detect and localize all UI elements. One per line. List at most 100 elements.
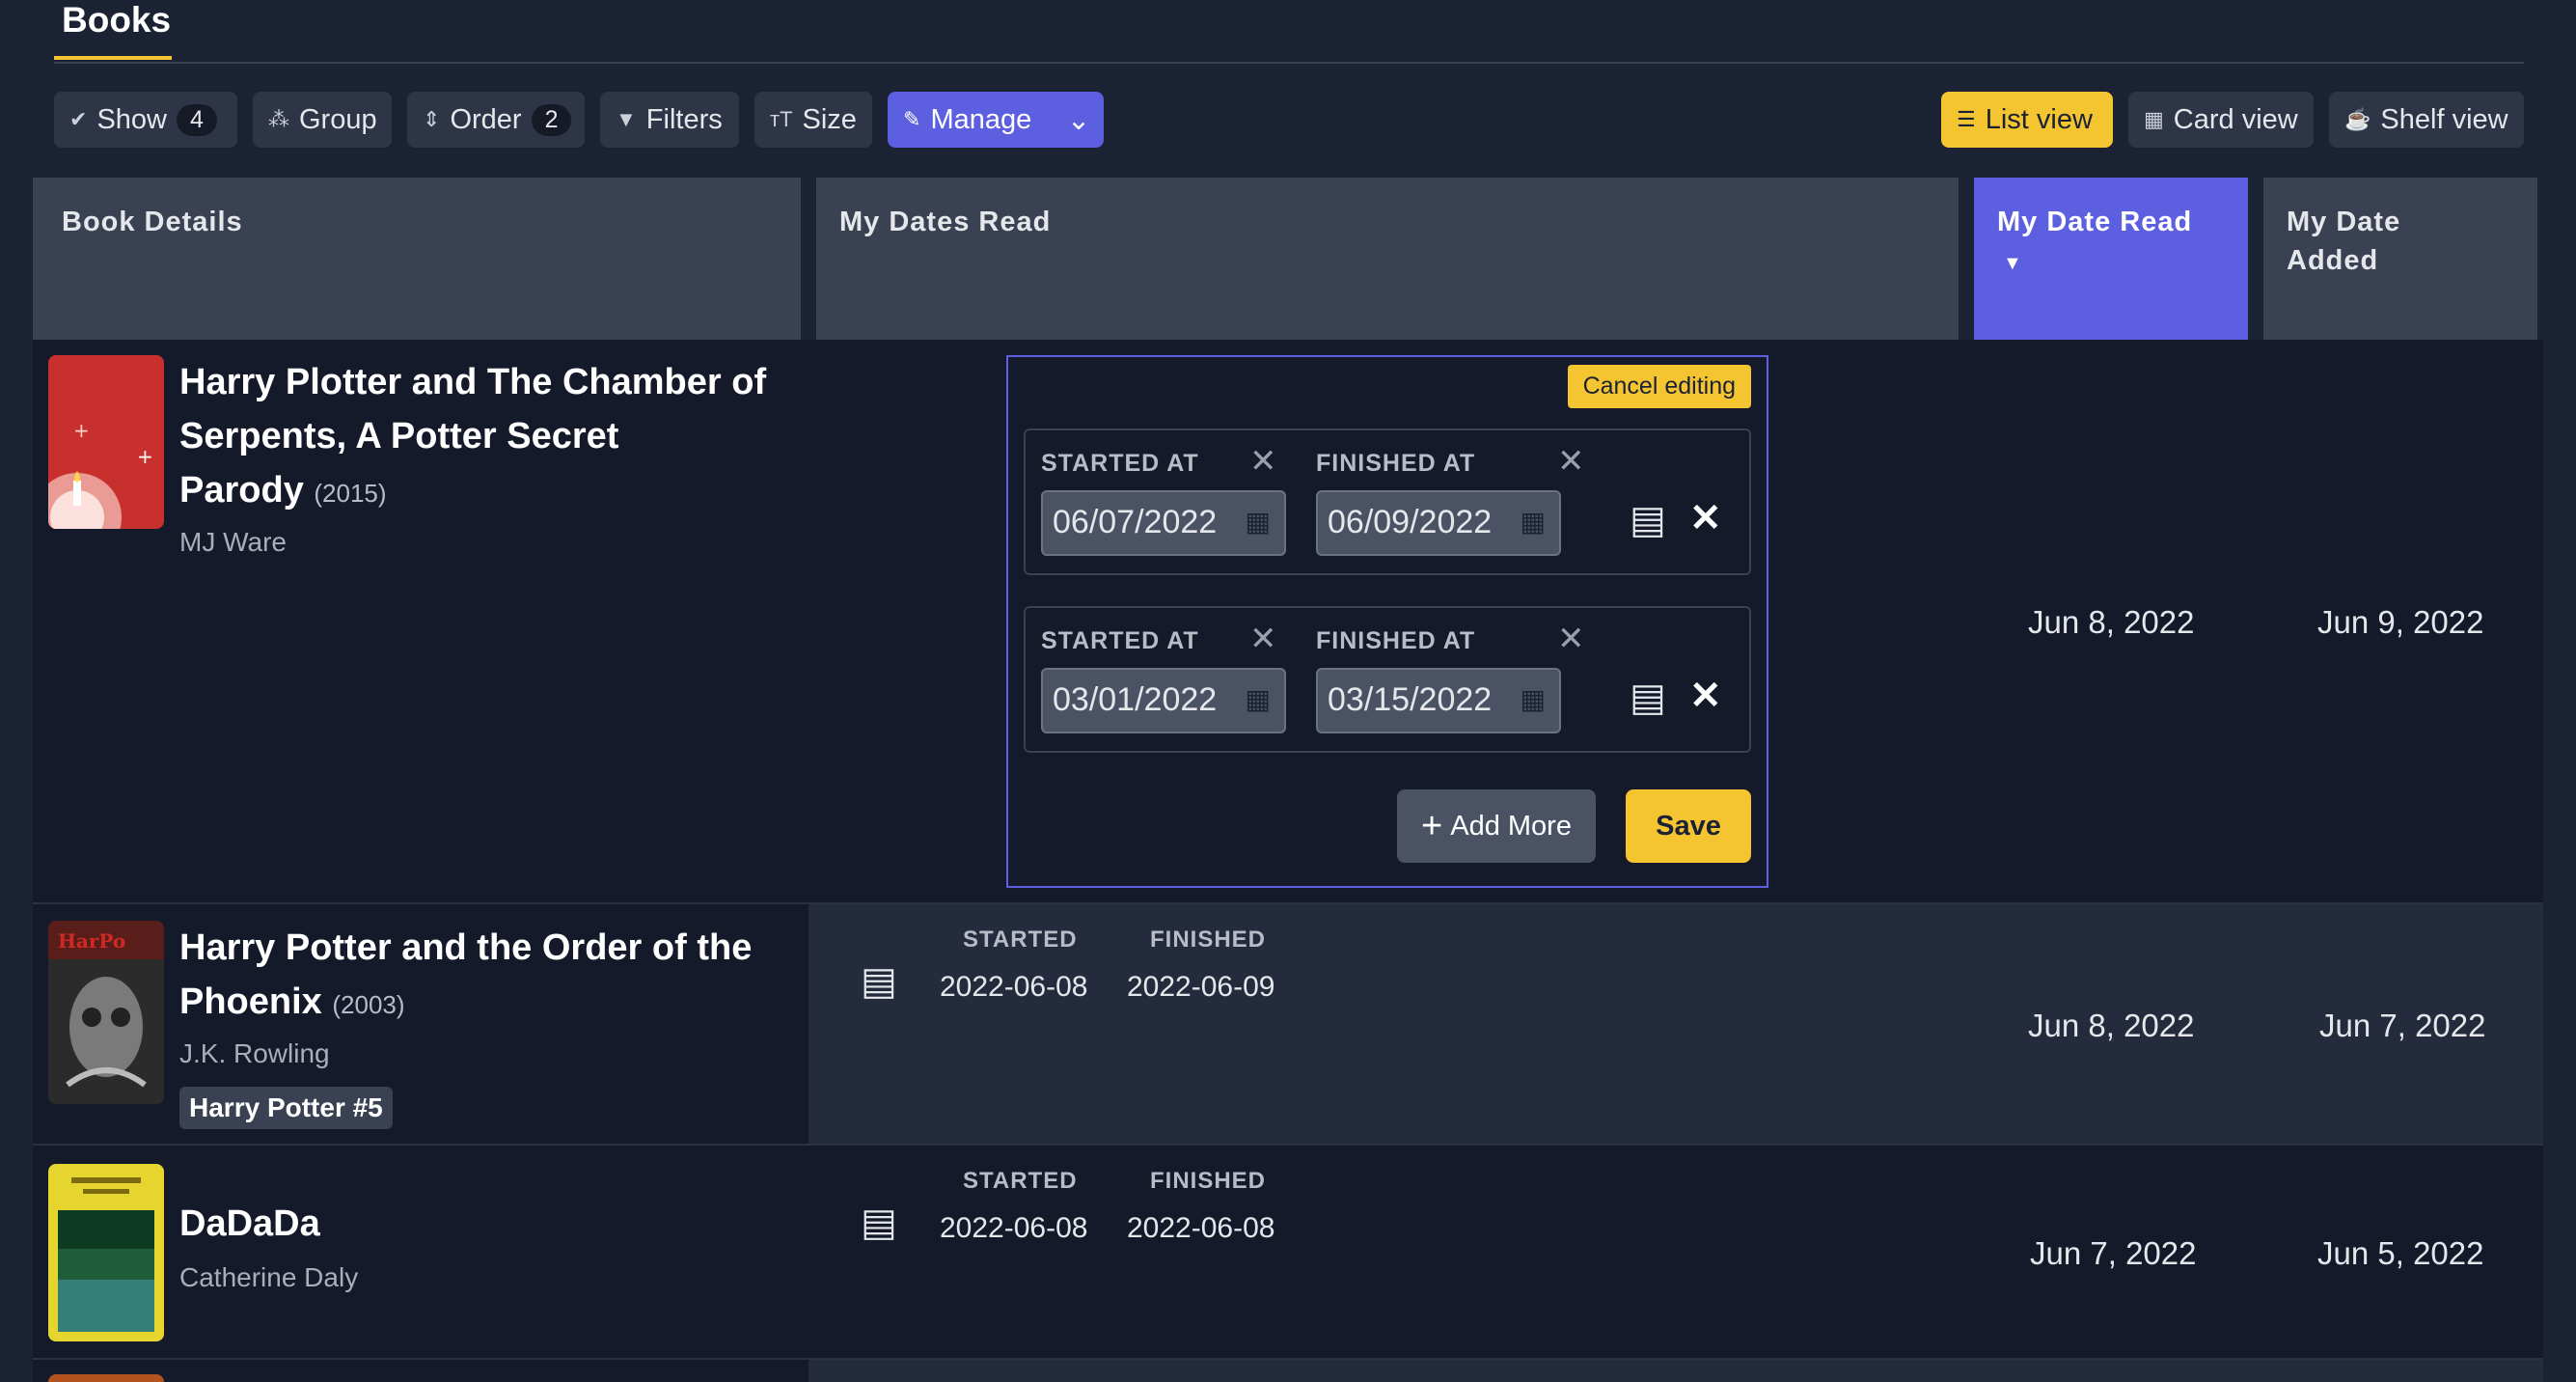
clear-finished-icon[interactable]: ✕ <box>1557 442 1585 481</box>
book-title-line: Phoenix <box>179 981 322 1022</box>
finished-at-input[interactable]: 03/15/2022 ▦ <box>1316 668 1561 733</box>
book-cover[interactable] <box>48 1374 164 1382</box>
book-year: (2003) <box>332 990 405 1019</box>
svg-text:+: + <box>137 445 153 468</box>
book-author[interactable]: J.K. Rowling <box>179 1038 330 1069</box>
started-label: STARTED <box>963 1168 1078 1194</box>
column-header-book-details[interactable]: Book Details <box>33 178 801 340</box>
filters-button[interactable]: ▼ Filters <box>600 92 739 148</box>
card-view-button[interactable]: ▦ Card view <box>2128 92 2314 148</box>
order-label: Order <box>450 103 522 135</box>
book-cover[interactable]: HarPo <box>48 921 164 1104</box>
column-header-label-line1: My Date <box>2287 207 2401 237</box>
finished-label: FINISHED <box>1150 926 1267 953</box>
edit-icon: ✎ <box>903 107 921 131</box>
filters-label: Filters <box>645 103 723 135</box>
tab-books-label: Books <box>62 0 172 40</box>
started-at-value: 06/07/2022 <box>1053 504 1218 540</box>
started-at-value: 03/01/2022 <box>1053 681 1218 718</box>
started-label: STARTED <box>963 926 1078 953</box>
order-button[interactable]: ⇕ Order 2 <box>407 92 585 148</box>
svg-text:+: + <box>73 419 90 442</box>
finished-at-input[interactable]: 06/09/2022 ▦ <box>1316 490 1561 556</box>
size-label: Size <box>802 103 857 135</box>
started-value: 2022-06-08 <box>940 1212 1088 1244</box>
date-range-entry: STARTED AT ✕ 06/07/2022 ▦ FINISHED AT ✕ … <box>1024 428 1751 575</box>
card-view-label: Card view <box>2173 103 2298 135</box>
book-title[interactable]: DaDaDa <box>179 1197 320 1251</box>
started-at-label: STARTED AT <box>1041 450 1199 477</box>
table-row <box>33 1359 2543 1382</box>
started-at-input[interactable]: 06/07/2022 ▦ <box>1041 490 1286 556</box>
shelf-icon: ☕ <box>2344 107 2371 131</box>
check-icon: ✔ <box>69 107 88 131</box>
started-at-label: STARTED AT <box>1041 627 1199 654</box>
sort-icon: ⇕ <box>423 107 441 131</box>
show-count-badge: 4 <box>176 103 217 136</box>
row-divider <box>33 902 2543 904</box>
book-title-line: Harry Potter and the Order of the <box>179 927 753 968</box>
row-divider <box>33 1358 2543 1360</box>
finished-at-label: FINISHED AT <box>1316 450 1476 477</box>
column-header-my-date-added[interactable]: My Date Added <box>2263 178 2537 340</box>
group-label: Group <box>299 103 377 135</box>
series-badge[interactable]: Harry Potter #5 <box>179 1087 393 1129</box>
book-title[interactable]: Harry Potter and the Order of the Phoeni… <box>179 921 778 1032</box>
calendar-icon[interactable]: ▦ <box>1246 506 1271 538</box>
add-more-button[interactable]: + Add More <box>1397 789 1596 863</box>
svg-text:HarPo: HarPo <box>58 929 125 953</box>
book-cover[interactable] <box>48 1164 164 1341</box>
my-date-read-cell: Jun 8, 2022 <box>2028 1008 2195 1043</box>
grid-icon: ▦ <box>2144 107 2164 131</box>
tab-bar <box>54 0 2524 64</box>
calendar-icon[interactable]: ▦ <box>1521 506 1546 538</box>
filter-icon: ▼ <box>616 107 637 131</box>
add-more-label: Add More <box>1450 810 1572 842</box>
book-author[interactable]: MJ Ware <box>179 527 287 558</box>
shelf-view-button[interactable]: ☕ Shelf view <box>2329 92 2524 148</box>
calendar-icon[interactable]: ▦ <box>1521 683 1546 715</box>
chevron-down-icon: ⌄ <box>1066 104 1091 136</box>
save-button[interactable]: Save <box>1626 789 1751 863</box>
group-button[interactable]: ⁂ Group <box>253 92 392 148</box>
clear-started-icon[interactable]: ✕ <box>1249 442 1277 481</box>
my-date-read-cell: Jun 7, 2022 <box>2030 1235 2197 1271</box>
book-author[interactable]: Catherine Daly <box>179 1262 358 1293</box>
order-count-badge: 2 <box>531 103 572 136</box>
book-icon[interactable]: ▤ <box>1630 676 1666 720</box>
column-header-label: My Date Read <box>1997 207 2193 237</box>
remove-entry-icon[interactable]: ✕ <box>1689 496 1722 540</box>
show-button[interactable]: ✔ Show 4 <box>54 92 237 148</box>
book-icon[interactable]: ▤ <box>861 1201 897 1245</box>
manage-dropdown-toggle[interactable]: ⌄ <box>1054 92 1104 148</box>
column-header-label: Book Details <box>62 207 243 237</box>
calendar-icon[interactable]: ▦ <box>1246 683 1271 715</box>
my-date-added-cell: Jun 7, 2022 <box>2319 1008 2486 1043</box>
tab-active-underline <box>54 56 172 60</box>
remove-entry-icon[interactable]: ✕ <box>1689 674 1722 718</box>
my-date-added-cell: Jun 9, 2022 <box>2317 604 2484 640</box>
book-year: (2015) <box>314 479 387 508</box>
clear-finished-icon[interactable]: ✕ <box>1557 620 1585 658</box>
size-button[interactable]: ᴛT Size <box>754 92 872 148</box>
started-at-input[interactable]: 03/01/2022 ▦ <box>1041 668 1286 733</box>
book-title[interactable]: Harry Plotter and The Chamber of Serpent… <box>179 355 797 520</box>
book-cover[interactable]: + + <box>48 355 164 529</box>
column-header-my-dates-read[interactable]: My Dates Read <box>816 178 1959 340</box>
list-view-button[interactable]: ☰ List view <box>1941 92 2113 148</box>
date-range-entry: STARTED AT ✕ 03/01/2022 ▦ FINISHED AT ✕ … <box>1024 606 1751 753</box>
manage-button[interactable]: ✎ Manage <box>888 92 1054 148</box>
clear-started-icon[interactable]: ✕ <box>1249 620 1277 658</box>
sort-desc-icon: ▼ <box>2003 253 2023 274</box>
list-icon: ☰ <box>1957 107 1976 131</box>
book-title-line: Harry Plotter and The Chamber of <box>179 362 767 402</box>
column-header-label: My Dates Read <box>839 207 1052 237</box>
column-header-label-line2: Added <box>2287 245 2379 276</box>
book-icon[interactable]: ▤ <box>861 959 897 1004</box>
column-header-my-date-read[interactable]: My Date Read ▼ <box>1974 178 2248 340</box>
finished-value: 2022-06-08 <box>1127 1212 1275 1244</box>
manage-label: Manage <box>930 103 1032 135</box>
list-view-label: List view <box>1985 103 2093 135</box>
cancel-editing-button[interactable]: Cancel editing <box>1567 365 1751 408</box>
book-icon[interactable]: ▤ <box>1630 498 1666 542</box>
